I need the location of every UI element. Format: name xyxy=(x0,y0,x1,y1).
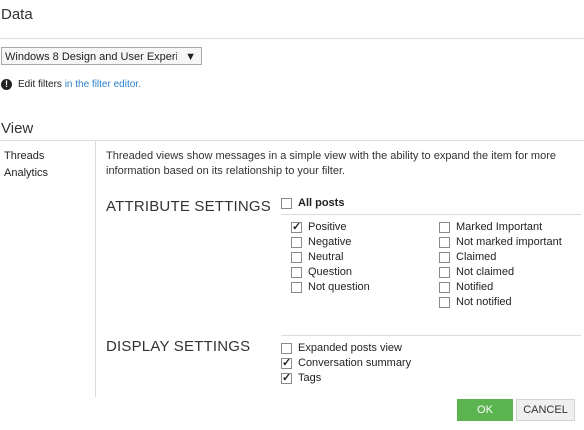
option-tags[interactable]: ✓ Tags xyxy=(281,372,411,387)
option-label: Not notified xyxy=(456,296,512,308)
data-section-title: Data xyxy=(1,6,33,23)
option-conversation-summary[interactable]: ✓ Conversation summary xyxy=(281,357,411,372)
checkmark-icon[interactable]: ✓ xyxy=(281,358,292,369)
option-label: Notified xyxy=(456,281,494,293)
exclamation-circle-icon: ! xyxy=(1,79,12,90)
cancel-button[interactable]: CANCEL xyxy=(516,399,575,421)
checkbox-icon[interactable] xyxy=(291,267,302,278)
all-posts-label: All posts xyxy=(298,197,345,209)
option-expanded-posts-view[interactable]: Expanded posts view xyxy=(281,342,411,357)
attribute-right-options: Marked Important Not marked important Cl… xyxy=(439,221,562,311)
checkmark-icon[interactable]: ✓ xyxy=(281,373,292,384)
checkbox-icon[interactable] xyxy=(281,343,292,354)
option-label: Claimed xyxy=(456,251,497,263)
option-label: Not marked important xyxy=(456,236,562,248)
checkbox-icon[interactable] xyxy=(281,198,292,209)
option-label: Negative xyxy=(308,236,352,248)
option-positive[interactable]: ✓ Positive xyxy=(291,221,370,236)
option-not-marked-important[interactable]: Not marked important xyxy=(439,236,562,251)
option-label: Not question xyxy=(308,281,370,293)
option-label: Positive xyxy=(308,221,347,233)
checkbox-icon[interactable] xyxy=(439,237,450,248)
option-question[interactable]: Question xyxy=(291,266,370,281)
edit-filters-line: Edit filters in the filter editor. xyxy=(18,79,141,90)
chevron-down-icon: ▼ xyxy=(185,51,196,63)
option-label: Tags xyxy=(298,372,322,384)
tab-threads[interactable]: Threads xyxy=(4,150,44,162)
view-description-line2: information based on its relationship to… xyxy=(106,165,346,177)
nav-divider xyxy=(95,141,96,397)
view-section-divider xyxy=(0,140,584,141)
checkbox-icon[interactable] xyxy=(291,237,302,248)
checkbox-icon[interactable] xyxy=(439,222,450,233)
option-label: Marked Important xyxy=(456,221,543,233)
checkbox-icon[interactable] xyxy=(439,282,450,293)
option-neutral[interactable]: Neutral xyxy=(291,251,370,266)
option-label: Not claimed xyxy=(456,266,515,278)
display-settings-label: DISPLAY SETTINGS xyxy=(106,338,251,355)
option-not-question[interactable]: Not question xyxy=(291,281,370,296)
attribute-left-options: ✓ Positive Negative Neutral Question Not … xyxy=(291,221,370,296)
attribute-settings-label: ATTRIBUTE SETTINGS xyxy=(106,198,271,215)
option-notified[interactable]: Notified xyxy=(439,281,562,296)
option-not-notified[interactable]: Not notified xyxy=(439,296,562,311)
display-settings-divider xyxy=(281,335,581,336)
option-not-claimed[interactable]: Not claimed xyxy=(439,266,562,281)
option-claimed[interactable]: Claimed xyxy=(439,251,562,266)
all-posts-checkbox[interactable]: All posts xyxy=(281,197,344,212)
dataset-select[interactable]: Windows 8 Design and User Experience ▼ xyxy=(1,47,202,65)
option-marked-important[interactable]: Marked Important xyxy=(439,221,562,236)
option-label: Expanded posts view xyxy=(298,342,402,354)
tab-analytics[interactable]: Analytics xyxy=(4,167,48,179)
edit-filters-label: Edit filters xyxy=(18,79,62,90)
option-label: Neutral xyxy=(308,251,344,263)
checkmark-icon[interactable]: ✓ xyxy=(291,222,302,233)
dataset-select-value: Windows 8 Design and User Experience xyxy=(5,51,177,63)
checkbox-icon[interactable] xyxy=(291,252,302,263)
option-label: Conversation summary xyxy=(298,357,412,369)
filter-editor-link[interactable]: in the filter editor. xyxy=(65,79,141,90)
view-description-line1: Threaded views show messages in a simple… xyxy=(106,150,556,162)
ok-button[interactable]: OK xyxy=(457,399,513,421)
checkbox-icon[interactable] xyxy=(439,267,450,278)
checkbox-icon[interactable] xyxy=(439,252,450,263)
display-options: Expanded posts view ✓ Conversation summar… xyxy=(281,342,411,387)
checkbox-icon[interactable] xyxy=(439,297,450,308)
checkbox-icon[interactable] xyxy=(291,282,302,293)
all-posts-divider xyxy=(281,214,581,215)
option-negative[interactable]: Negative xyxy=(291,236,370,251)
data-section-divider xyxy=(0,38,584,39)
view-section-title: View xyxy=(1,120,34,137)
option-label: Question xyxy=(308,266,353,278)
